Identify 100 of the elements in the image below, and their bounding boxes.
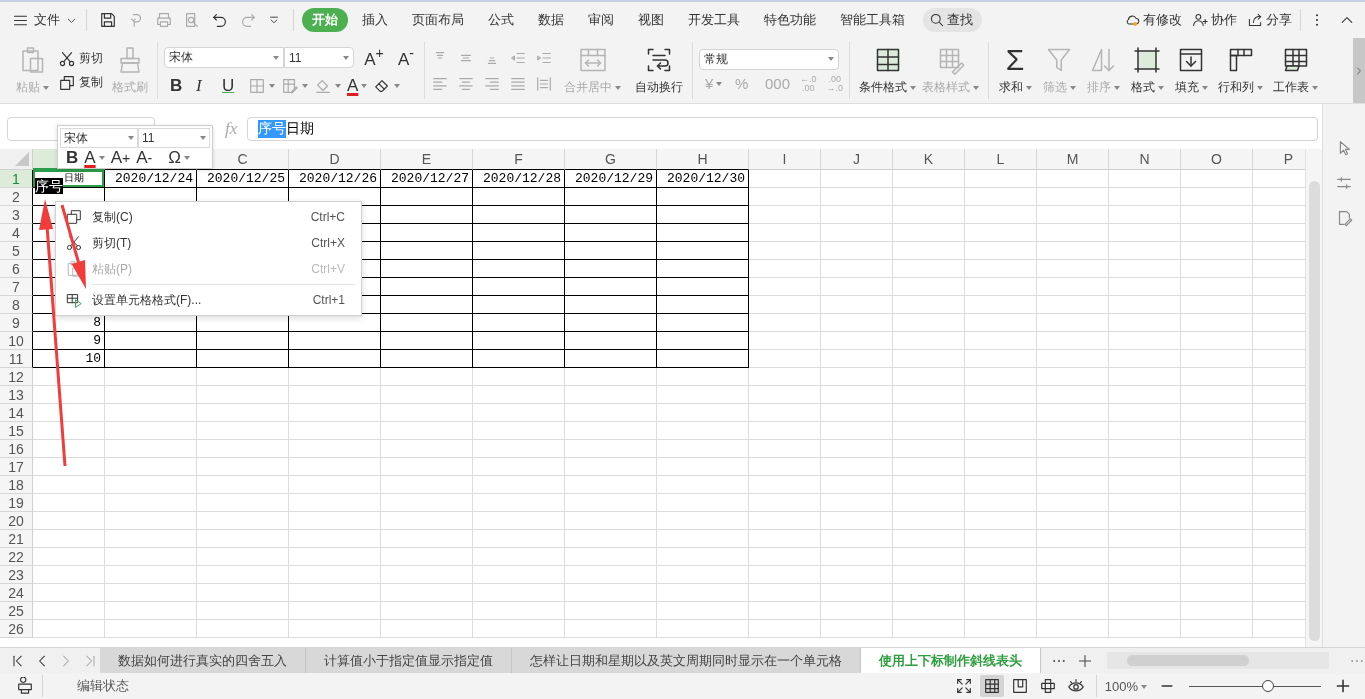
row-header[interactable]: 1 (0, 170, 33, 188)
menu-item[interactable]: 设置单元格格式(F)... Ctrl+1 (56, 287, 361, 313)
column-header[interactable]: L (965, 149, 1037, 170)
row-header[interactable]: 14 (0, 404, 33, 422)
cut-button[interactable]: 剪切 (58, 49, 103, 68)
ribbon-tab[interactable]: 特色功能 (754, 8, 826, 32)
column-header[interactable]: F (473, 149, 565, 170)
sync-button[interactable]: 有修改 (1124, 11, 1182, 29)
row-header[interactable]: 18 (0, 476, 33, 494)
column-header[interactable]: H (657, 149, 749, 170)
column-header[interactable]: K (893, 149, 965, 170)
column-header[interactable]: M (1037, 149, 1109, 170)
sheet-tab[interactable]: 数据如何进行真实的四舍五入 (99, 648, 306, 673)
sum-button[interactable]: Σ 求和 (995, 42, 1036, 99)
zoom-slider[interactable] (1189, 680, 1321, 692)
sliders-icon[interactable] (1335, 174, 1353, 192)
number-format-select[interactable]: 常规 (699, 48, 839, 70)
row-header[interactable]: 21 (0, 530, 33, 548)
bold-button[interactable]: B (66, 148, 79, 168)
plus-icon[interactable] (1335, 678, 1351, 694)
row-header[interactable]: 5 (0, 242, 33, 260)
column-header[interactable]: G (565, 149, 657, 170)
wrap-text-button[interactable]: 自动换行 (632, 42, 686, 99)
row-header[interactable]: 26 (0, 620, 33, 638)
slider-thumb[interactable] (1262, 680, 1275, 692)
rowcol-button[interactable]: 行和列 (1215, 42, 1267, 99)
save-icon[interactable] (99, 11, 117, 29)
column-header[interactable]: O (1181, 149, 1253, 170)
ribbon-tab[interactable]: 视图 (628, 8, 674, 32)
row-header[interactable]: 7 (0, 278, 33, 296)
row-header[interactable]: 16 (0, 440, 33, 458)
font-select[interactable]: 宋体 (164, 47, 284, 68)
column-header[interactable]: E (381, 149, 473, 170)
row-header[interactable]: 3 (0, 206, 33, 224)
ribbon-tab[interactable]: 页面布局 (402, 8, 474, 32)
horizontal-scrollbar[interactable] (1106, 652, 1329, 669)
sheet-tab[interactable]: 怎样让日期和星期以及英文周期同时显示在一个单元格 (511, 648, 861, 673)
bold-button[interactable]: B (170, 75, 190, 96)
row-header[interactable]: 12 (0, 368, 33, 386)
menu-item[interactable]: 复制(C) Ctrl+C (56, 204, 361, 230)
sheet-button[interactable]: 工作表 (1270, 42, 1322, 99)
ribbon-tab[interactable]: 智能工具箱 (830, 8, 915, 32)
plus-icon[interactable] (1076, 652, 1093, 669)
table-cell (1037, 278, 1109, 296)
ribbon-tab[interactable]: 数据 (528, 8, 574, 32)
row-header[interactable]: 10 (0, 332, 33, 350)
row-header[interactable]: 6 (0, 260, 33, 278)
column-header[interactable]: N (1109, 149, 1181, 170)
ribbon-tab[interactable]: 开发工具 (678, 8, 750, 32)
eye-icon[interactable] (1066, 677, 1085, 695)
italic-button[interactable]: I (196, 75, 216, 96)
shrink-font-button[interactable]: A$^{-}$ (394, 45, 418, 70)
row-header[interactable]: 17 (0, 458, 33, 476)
macro-icon[interactable] (16, 677, 34, 695)
format-button[interactable]: 格式 (1127, 42, 1168, 99)
font-color-button[interactable]: A (84, 148, 105, 168)
collaborate-button[interactable]: 协作 (1192, 11, 1237, 29)
undo-icon[interactable] (211, 11, 229, 29)
symbol-button[interactable]: Ω (168, 148, 191, 168)
row-header[interactable]: 2 (0, 188, 33, 206)
column-header[interactable]: P (1253, 149, 1305, 170)
page-layout-icon[interactable] (1010, 677, 1029, 695)
row-header[interactable]: 23 (0, 566, 33, 584)
zoom-select[interactable]: 100% (1104, 678, 1147, 694)
search-button[interactable]: 查找 (923, 8, 982, 32)
grow-font-button[interactable]: A$^{+}$ (362, 45, 386, 70)
page-break-icon[interactable] (1038, 677, 1057, 695)
ribbon-tab[interactable]: 插入 (352, 8, 398, 32)
row-header[interactable]: 15 (0, 422, 33, 440)
row-header[interactable]: 11 (0, 350, 33, 368)
size-select[interactable]: 11 (138, 128, 210, 148)
fill-button[interactable]: 填充 (1171, 42, 1212, 99)
row-header[interactable]: 20 (0, 512, 33, 530)
table-cell (1181, 314, 1253, 332)
expand-icon[interactable] (954, 677, 973, 695)
file-menu[interactable]: 文件 (12, 11, 78, 29)
grid-view-icon[interactable] (982, 677, 1001, 695)
column-header[interactable]: D (289, 149, 381, 170)
ribbon-tab[interactable]: 审阅 (578, 8, 624, 32)
row-header[interactable]: 24 (0, 584, 33, 602)
size-select[interactable]: 11 (284, 47, 354, 68)
row-header[interactable]: 22 (0, 548, 33, 566)
row-header[interactable]: 25 (0, 602, 33, 620)
column-header[interactable]: I (749, 149, 821, 170)
sheet-tab[interactable]: 计算值小于指定值显示指定值 (305, 648, 512, 673)
row-header[interactable]: 4 (0, 224, 33, 242)
share-button[interactable]: 分享 (1247, 11, 1292, 29)
vertical-scrollbar[interactable] (1305, 149, 1322, 647)
conditional-format-button[interactable]: 条件格式 (856, 42, 920, 99)
column-header[interactable]: J (821, 149, 893, 170)
row-header[interactable]: 8 (0, 296, 33, 314)
font-select[interactable]: 宋体 (60, 128, 138, 148)
row-header[interactable]: 9 (0, 314, 33, 332)
copy-button[interactable]: 复制 (58, 73, 103, 92)
row-header[interactable]: 13 (0, 386, 33, 404)
row-header[interactable]: 19 (0, 494, 33, 512)
ribbon-tab[interactable]: 公式 (478, 8, 524, 32)
menu-item[interactable]: 剪切(T) Ctrl+X (56, 230, 361, 256)
underline-button[interactable]: U (222, 75, 242, 96)
formula-input[interactable]: 序号日期 (247, 116, 1318, 141)
